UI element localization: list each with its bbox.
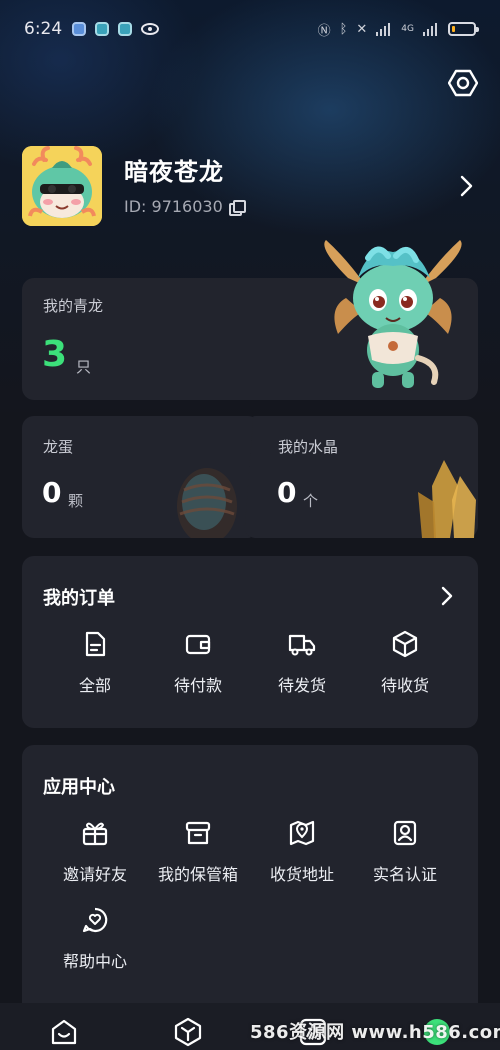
archive-icon (185, 821, 211, 845)
my-vault-label: 我的保管箱 (157, 865, 238, 884)
status-bar: 6:24 Ⓝ ᛒ ✕ 4G (0, 0, 500, 58)
battery-icon (448, 22, 479, 36)
shipping-address-label: 收货地址 (269, 865, 334, 884)
order-all-button[interactable]: 全部 (43, 630, 147, 696)
order-pending-shipment-button[interactable]: 待发货 (250, 630, 354, 696)
order-pending-payment-label: 待付款 (173, 676, 222, 695)
invite-friends-button[interactable]: 邀请好友 (43, 819, 147, 885)
nfc-icon: Ⓝ (317, 23, 331, 39)
app-notification-icon (72, 22, 87, 36)
network-type: 4G (401, 24, 414, 34)
user-id: ID: 9716030 (124, 197, 246, 216)
order-pending-payment-button[interactable]: 待付款 (146, 630, 250, 696)
truck-icon (288, 634, 316, 656)
chevron-right-icon[interactable] (440, 586, 454, 606)
my-dragons-count: 3 (42, 334, 68, 375)
order-pending-receipt-label: 待收货 (380, 676, 429, 695)
signal-icon (423, 22, 439, 36)
my-dragons-label: 我的青龙 (43, 297, 104, 315)
help-center-label: 帮助中心 (62, 952, 127, 971)
my-orders-title: 我的订单 (43, 588, 115, 609)
my-crystals-count: 0 (277, 476, 297, 509)
dragon-mascot-image (324, 240, 462, 388)
status-time: 6:24 (24, 19, 63, 39)
real-name-verification-button[interactable]: 实名认证 (353, 819, 457, 885)
mute-icon: ✕ (356, 21, 368, 37)
app-notification-icon (118, 22, 133, 36)
shipping-address-button[interactable]: 收货地址 (250, 819, 354, 885)
dragon-eggs-label: 龙蛋 (43, 438, 74, 456)
help-center-button[interactable]: 帮助中心 (43, 906, 147, 972)
my-dragons-unit: 只 (76, 358, 92, 376)
user-id-text: ID: 9716030 (124, 197, 223, 216)
copy-icon[interactable] (228, 199, 246, 216)
gift-icon (82, 822, 108, 846)
signal-icon (376, 22, 392, 36)
my-crystals-unit: 个 (303, 492, 319, 510)
dragon-eggs-unit: 颗 (68, 492, 84, 510)
real-name-verification-label: 实名认证 (372, 865, 437, 884)
wallet-icon (185, 634, 211, 655)
crystal-image (418, 460, 476, 538)
hexagon-gear-icon[interactable] (448, 68, 478, 98)
my-crystals-label: 我的水晶 (278, 438, 339, 456)
app-center-card: 应用中心 邀请好友 我的保管箱 收货地址 实名认证 帮助中心 (22, 745, 478, 1015)
bluetooth-icon: ᛒ (339, 21, 348, 37)
box-icon (392, 630, 418, 658)
map-pin-icon (289, 820, 315, 846)
dragon-eggs-count: 0 (42, 476, 62, 509)
app-notification-icon (95, 22, 110, 36)
document-icon (85, 631, 106, 657)
battery-level (452, 26, 455, 32)
explore-icon[interactable] (173, 1017, 203, 1047)
status-right-group: Ⓝ ᛒ ✕ 4G (317, 20, 479, 39)
id-badge-icon (393, 820, 417, 846)
invite-friends-label: 邀请好友 (62, 865, 127, 884)
chevron-right-icon[interactable] (458, 174, 476, 198)
eye-icon (141, 23, 160, 35)
heart-chat-icon (82, 907, 108, 933)
order-pending-receipt-button[interactable]: 待收货 (353, 630, 457, 696)
dragon-avatar-image (22, 146, 102, 226)
watermark-text: 586资源网 www.h586.com (250, 1022, 500, 1043)
my-vault-button[interactable]: 我的保管箱 (146, 819, 250, 885)
my-crystals-card[interactable]: 我的水晶 0 个 (244, 416, 478, 538)
order-all-label: 全部 (78, 676, 111, 695)
dragon-egg-image (177, 468, 237, 538)
username: 暗夜苍龙 (124, 158, 224, 186)
avatar[interactable] (22, 146, 102, 226)
dragon-eggs-card[interactable]: 龙蛋 0 颗 (22, 416, 260, 538)
home-icon[interactable] (49, 1017, 79, 1047)
app-center-title: 应用中心 (43, 777, 115, 798)
my-orders-card: 我的订单 全部 待付款 待发货 待收货 (22, 556, 478, 728)
order-pending-shipment-label: 待发货 (277, 676, 326, 695)
